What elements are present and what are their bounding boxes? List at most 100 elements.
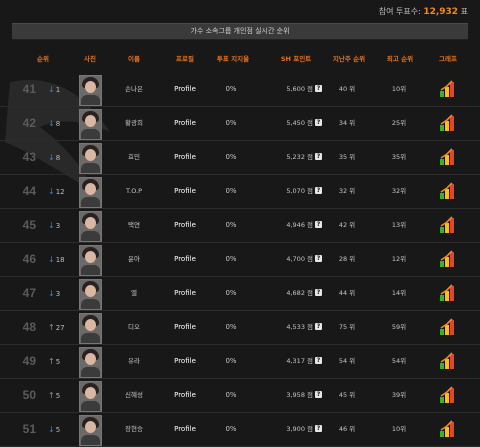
profile-link[interactable]: Profile: [168, 209, 202, 242]
graph-icon[interactable]: [438, 385, 458, 405]
member-photo[interactable]: [79, 75, 102, 106]
points-cell: 5,450 점?: [268, 107, 322, 140]
question-icon[interactable]: ?: [315, 322, 322, 330]
rank-number: 50: [22, 388, 36, 402]
member-photo[interactable]: [79, 347, 102, 378]
rank-arrow-icon: ↑: [48, 323, 55, 332]
member-name[interactable]: 손나은: [104, 73, 164, 106]
graph-icon[interactable]: [438, 215, 458, 235]
vote-rate: 0%: [225, 289, 237, 297]
last-week-rank: 32 위: [338, 187, 356, 195]
question-icon[interactable]: ?: [315, 220, 322, 228]
rank-number: 41: [22, 82, 36, 96]
col-last-week[interactable]: 지난주 순위: [333, 53, 365, 63]
last-week-rank: 28 위: [338, 255, 356, 263]
graph-icon[interactable]: [438, 79, 458, 99]
vote-rate: 0%: [225, 425, 237, 433]
col-rank[interactable]: 순위: [37, 53, 49, 63]
member-name[interactable]: 디오: [104, 311, 164, 344]
member-photo[interactable]: [79, 143, 102, 174]
graph-icon[interactable]: [438, 283, 458, 303]
total-votes-unit: 표: [460, 7, 468, 16]
col-points[interactable]: SH 포인트: [281, 53, 311, 63]
question-icon[interactable]: ?: [315, 356, 322, 364]
graph-icon[interactable]: [438, 147, 458, 167]
last-week-rank: 75 위: [338, 323, 356, 331]
points-value: 5,070 점: [286, 187, 313, 195]
col-vote-rate[interactable]: 투표 지지율: [217, 53, 249, 63]
member-name[interactable]: 윤아: [104, 243, 164, 276]
member-name[interactable]: 엘: [104, 277, 164, 310]
col-best[interactable]: 최고 순위: [387, 53, 413, 63]
question-icon[interactable]: ?: [315, 424, 322, 432]
member-photo[interactable]: [79, 313, 102, 344]
question-icon[interactable]: ?: [315, 390, 322, 398]
profile-link[interactable]: Profile: [168, 73, 202, 106]
graph-icon[interactable]: [438, 419, 458, 439]
rank-number: 48: [22, 320, 36, 334]
rank-number: 49: [22, 354, 36, 368]
best-rank: 10위: [391, 85, 407, 93]
points-value: 3,958 점: [286, 391, 313, 399]
points-cell: 3,900 점?: [268, 413, 322, 446]
question-icon[interactable]: ?: [315, 84, 322, 92]
profile-link[interactable]: Profile: [168, 345, 202, 378]
question-icon[interactable]: ?: [315, 186, 322, 194]
table-row: 49 ↑5 유라 Profile 0% 4,317 점? 54 위 54위: [0, 345, 480, 379]
profile-link[interactable]: Profile: [168, 311, 202, 344]
vote-rate: 0%: [225, 85, 237, 93]
last-week-rank: 44 위: [338, 289, 356, 297]
profile-link[interactable]: Profile: [168, 141, 202, 174]
graph-icon[interactable]: [438, 317, 458, 337]
rank-change-value: 3: [55, 290, 61, 298]
rank-change-value: 5: [55, 358, 61, 366]
table-row: 50 ↑5 신혜성 Profile 0% 3,958 점? 45 위 39위: [0, 379, 480, 413]
profile-link[interactable]: Profile: [168, 379, 202, 412]
rank-change-value: 5: [55, 392, 61, 400]
rank-number: 42: [22, 116, 36, 130]
profile-link[interactable]: Profile: [168, 243, 202, 276]
member-name[interactable]: 효민: [104, 141, 164, 174]
profile-link[interactable]: Profile: [168, 413, 202, 446]
member-name[interactable]: 장현승: [104, 413, 164, 446]
member-name[interactable]: 유라: [104, 345, 164, 378]
member-photo[interactable]: [79, 279, 102, 310]
rank-change: ↓1: [48, 73, 72, 106]
rank-change-value: 5: [55, 426, 61, 434]
profile-link[interactable]: Profile: [168, 277, 202, 310]
member-name[interactable]: 택연: [104, 209, 164, 242]
graph-icon[interactable]: [438, 181, 458, 201]
vote-rate: 0%: [225, 187, 237, 195]
graph-icon[interactable]: [438, 249, 458, 269]
graph-icon[interactable]: [438, 113, 458, 133]
last-week-rank: 42 위: [338, 221, 356, 229]
graph-icon[interactable]: [438, 351, 458, 371]
member-name[interactable]: 황광희: [104, 107, 164, 140]
profile-link[interactable]: Profile: [168, 107, 202, 140]
member-photo[interactable]: [79, 245, 102, 276]
member-photo[interactable]: [79, 211, 102, 242]
rank-arrow-icon: ↓: [48, 119, 55, 128]
points-value: 4,317 점: [286, 357, 313, 365]
member-photo[interactable]: [79, 415, 102, 446]
points-cell: 4,946 점?: [268, 209, 322, 242]
question-icon[interactable]: ?: [315, 254, 322, 262]
rank-arrow-icon: ↑: [48, 357, 55, 366]
rank-arrow-icon: ↓: [48, 187, 55, 196]
best-rank: 25위: [391, 119, 407, 127]
question-icon[interactable]: ?: [315, 288, 322, 296]
rank-change-value: 8: [55, 154, 61, 162]
rank-arrow-icon: ↑: [48, 391, 55, 400]
profile-link[interactable]: Profile: [168, 175, 202, 208]
question-icon[interactable]: ?: [315, 152, 322, 160]
member-photo[interactable]: [79, 177, 102, 208]
rank-change: ↓8: [48, 141, 72, 174]
points-cell: 5,070 점?: [268, 175, 322, 208]
member-name[interactable]: 신혜성: [104, 379, 164, 412]
points-cell: 4,317 점?: [268, 345, 322, 378]
col-name[interactable]: 이름: [128, 53, 140, 63]
question-icon[interactable]: ?: [315, 118, 322, 126]
member-photo[interactable]: [79, 109, 102, 140]
member-name[interactable]: T.O.P: [104, 175, 164, 208]
member-photo[interactable]: [79, 381, 102, 412]
